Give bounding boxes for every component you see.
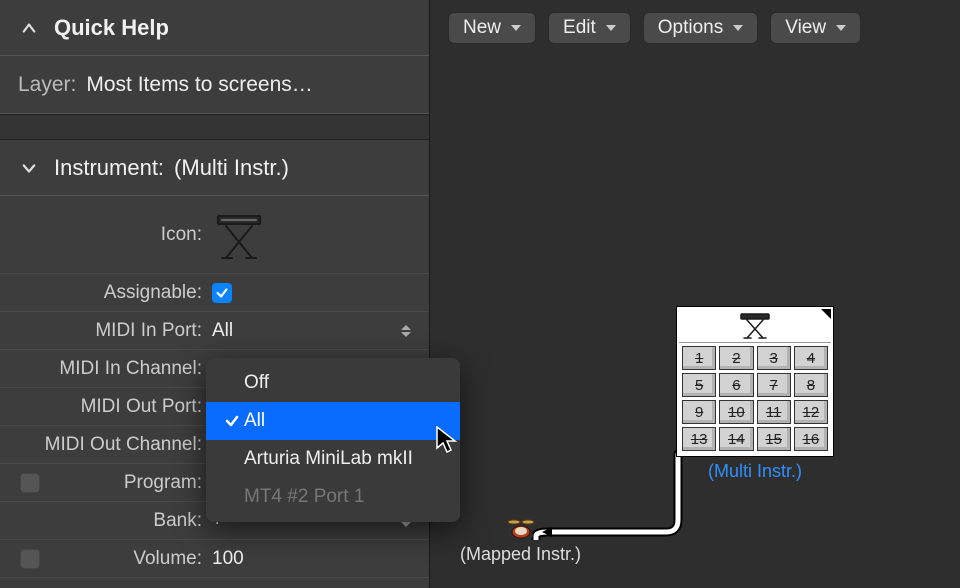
icon-label: Icon: bbox=[12, 224, 212, 246]
environment-toolbar: New Edit Options View bbox=[430, 0, 960, 56]
channel-cell-13[interactable]: 13 bbox=[682, 427, 716, 451]
dropdown-item-arturia[interactable]: Arturia MiniLab mkII bbox=[206, 440, 460, 478]
keyboard-stand-icon bbox=[212, 208, 266, 262]
channel-cell-5[interactable]: 5 bbox=[682, 373, 716, 397]
edit-menu[interactable]: Edit bbox=[548, 12, 631, 44]
instrument-header[interactable]: Instrument: (Multi Instr.) bbox=[0, 140, 429, 196]
midi-out-port-label: MIDI Out Port: bbox=[12, 396, 212, 418]
dropdown-item-label: MT4 #2 Port 1 bbox=[244, 486, 364, 508]
view-menu[interactable]: View bbox=[770, 12, 861, 44]
assignable-label: Assignable: bbox=[12, 282, 212, 304]
instrument-value: (Multi Instr.) bbox=[174, 155, 289, 181]
chevron-right-icon bbox=[18, 17, 40, 39]
keyboard-stand-icon bbox=[737, 311, 773, 341]
chevron-down-icon bbox=[511, 25, 521, 31]
environment-canvas-panel: New Edit Options View bbox=[430, 0, 960, 588]
volume-row[interactable]: Volume: 100 bbox=[0, 540, 429, 578]
chevron-down-icon bbox=[733, 25, 743, 31]
channel-cell-12[interactable]: 12 bbox=[794, 400, 828, 424]
chevron-down-icon bbox=[606, 25, 616, 31]
quick-help-label: Quick Help bbox=[54, 15, 169, 41]
layer-row[interactable]: Layer: Most Items to screens… bbox=[0, 56, 429, 114]
midi-in-channel-label: MIDI In Channel: bbox=[12, 358, 212, 380]
layer-label: Layer: bbox=[18, 73, 76, 97]
object-corner-icon bbox=[821, 309, 831, 319]
midi-in-port-value: All bbox=[212, 320, 401, 342]
midi-in-port-row[interactable]: MIDI In Port: All bbox=[0, 312, 429, 350]
bank-label: Bank: bbox=[12, 510, 212, 532]
channel-cell-9[interactable]: 9 bbox=[682, 400, 716, 424]
dropdown-item-mt4: MT4 #2 Port 1 bbox=[206, 478, 460, 516]
dropdown-item-label: Off bbox=[244, 372, 269, 394]
mapped-instrument-label: (Mapped Instr.) bbox=[460, 544, 581, 564]
instrument-label: Instrument: bbox=[54, 155, 164, 181]
channel-cell-8[interactable]: 8 bbox=[794, 373, 828, 397]
channel-cell-16[interactable]: 16 bbox=[794, 427, 828, 451]
chevron-down-icon bbox=[836, 25, 846, 31]
new-menu[interactable]: New bbox=[448, 12, 536, 44]
dropdown-item-label: All bbox=[244, 410, 265, 432]
multi-instrument-box: 12345678910111213141516 bbox=[676, 306, 834, 457]
program-checkbox[interactable] bbox=[20, 473, 40, 493]
volume-checkbox[interactable] bbox=[20, 549, 40, 569]
channel-cell-7[interactable]: 7 bbox=[757, 373, 791, 397]
patch-cable bbox=[518, 340, 698, 540]
channel-cell-6[interactable]: 6 bbox=[719, 373, 753, 397]
multi-instrument-object[interactable]: 12345678910111213141516 (Multi Instr.) bbox=[676, 306, 834, 482]
channel-grid: 12345678910111213141516 bbox=[679, 343, 831, 454]
channel-cell-4[interactable]: 4 bbox=[794, 346, 828, 370]
multi-instrument-header bbox=[679, 309, 831, 343]
environment-canvas[interactable]: 12345678910111213141516 (Multi Instr.) (… bbox=[430, 56, 960, 588]
layer-value: Most Items to screens… bbox=[86, 73, 312, 97]
options-label: Options bbox=[658, 17, 723, 39]
midi-in-port-stepper[interactable] bbox=[401, 325, 417, 337]
channel-cell-11[interactable]: 11 bbox=[757, 400, 791, 424]
dropdown-item-label: Arturia MiniLab mkII bbox=[244, 448, 413, 470]
midi-in-port-dropdown: Off All Arturia MiniLab mkII MT4 #2 Port… bbox=[206, 358, 460, 522]
instrument-icon-picker[interactable] bbox=[212, 208, 417, 262]
dropdown-item-all[interactable]: All bbox=[206, 402, 460, 440]
assignable-checkbox[interactable] bbox=[212, 283, 232, 303]
dropdown-item-off[interactable]: Off bbox=[206, 364, 460, 402]
icon-row: Icon: bbox=[0, 196, 429, 274]
channel-cell-14[interactable]: 14 bbox=[719, 427, 753, 451]
program-label: Program: bbox=[48, 472, 212, 494]
channel-cell-10[interactable]: 10 bbox=[719, 400, 753, 424]
channel-cell-1[interactable]: 1 bbox=[682, 346, 716, 370]
edit-label: Edit bbox=[563, 17, 596, 39]
multi-instrument-label: (Multi Instr.) bbox=[676, 461, 834, 482]
drumkit-icon bbox=[506, 516, 536, 540]
chevron-down-icon bbox=[18, 157, 40, 179]
section-divider bbox=[0, 114, 429, 140]
volume-label: Volume: bbox=[48, 548, 212, 570]
assignable-row: Assignable: bbox=[0, 274, 429, 312]
channel-cell-15[interactable]: 15 bbox=[757, 427, 791, 451]
midi-in-port-label: MIDI In Port: bbox=[12, 320, 212, 342]
channel-cell-3[interactable]: 3 bbox=[757, 346, 791, 370]
volume-value: 100 bbox=[212, 548, 417, 570]
checkmark-icon bbox=[220, 413, 244, 429]
midi-out-channel-label: MIDI Out Channel: bbox=[12, 434, 212, 456]
view-label: View bbox=[785, 17, 826, 39]
channel-cell-2[interactable]: 2 bbox=[719, 346, 753, 370]
mapped-instrument-object[interactable]: (Mapped Instr.) bbox=[460, 516, 581, 565]
new-label: New bbox=[463, 17, 501, 39]
quick-help-header[interactable]: Quick Help bbox=[0, 0, 429, 56]
options-menu[interactable]: Options bbox=[643, 12, 758, 44]
